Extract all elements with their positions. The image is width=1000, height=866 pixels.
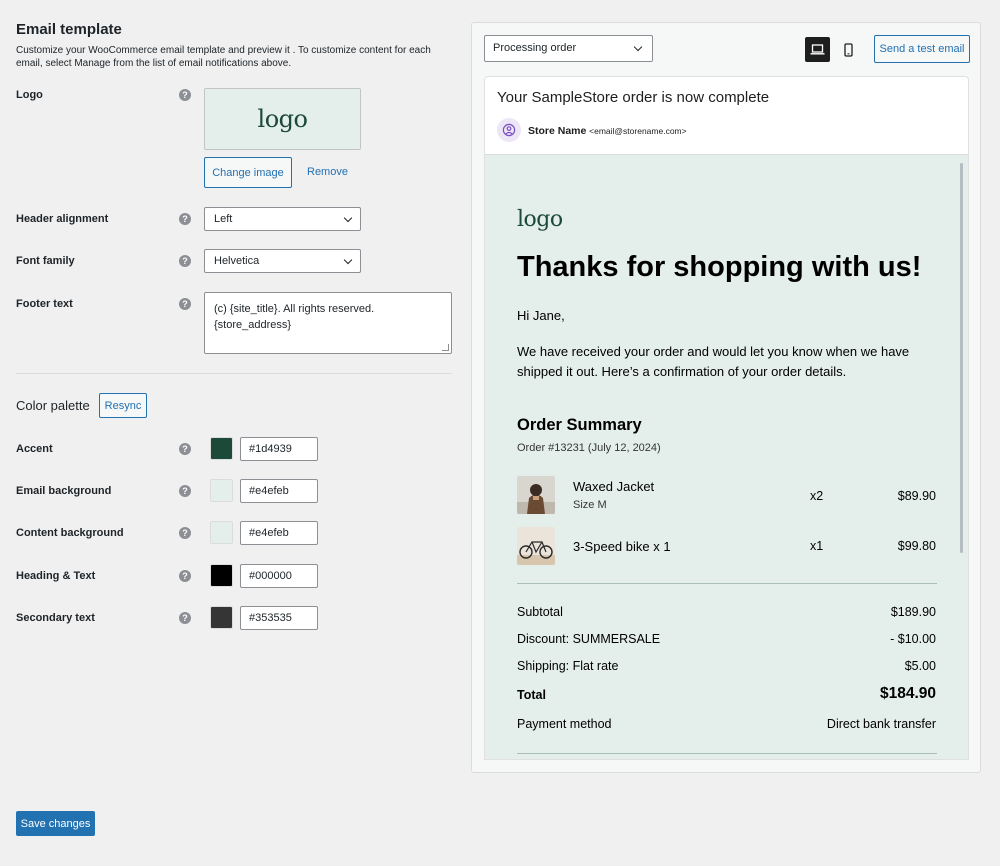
color-swatch-content-background[interactable] [210,521,233,544]
user-icon [502,123,516,137]
sender-email: <email@storename.com> [589,126,687,136]
help-icon[interactable]: ? [179,443,191,455]
color-swatch-accent[interactable] [210,437,233,460]
totals-divider [517,753,937,754]
payment-method-value: Direct bank transfer [826,717,936,731]
color-hex-input-accent[interactable]: #1d4939 [240,437,318,461]
email-type-value: Processing order [493,42,577,54]
page-title: Email template [16,21,122,38]
email-type-select[interactable]: Processing order [484,35,653,62]
font-family-select[interactable]: Helvetica [204,249,361,273]
header-alignment-value: Left [214,213,233,225]
total-value: $184.90 [879,685,936,702]
remove-logo-link[interactable]: Remove [307,166,348,178]
total-label: Total [517,688,546,702]
change-image-button[interactable]: Change image [204,157,292,188]
email-preview-panel: Processing order Send a test email Your … [471,22,981,773]
item-price: $89.90 [897,489,936,503]
header-alignment-label: Header alignment [16,213,109,225]
color-hex-input-secondary-text[interactable]: #353535 [240,606,318,630]
subtotal-label: Subtotal [517,605,563,619]
color-label-email-background: Email background [16,485,112,497]
help-icon[interactable]: ? [179,298,191,310]
email-intro: We have received your order and would le… [517,344,910,379]
footer-text-line: {store_address} [214,319,292,331]
help-icon[interactable]: ? [179,612,191,624]
email-heading: Thanks for shopping with us! [517,251,922,283]
email-sender: Store Name <email@storename.com> [528,125,687,137]
color-hex-input-email-background[interactable]: #e4efeb [240,479,318,503]
color-swatch-heading-text[interactable] [210,564,233,587]
desktop-preview-button[interactable] [805,37,830,62]
logo-label: Logo [16,89,43,101]
footer-text-label: Footer text [16,298,73,310]
footer-text-line: (c) {site_title}. All rights reserved. [214,303,375,315]
sender-name: Store Name [528,125,587,137]
save-changes-button[interactable]: Save changes [16,811,95,836]
shipping-value: $5.00 [904,659,936,673]
help-icon[interactable]: ? [179,570,191,582]
font-family-value: Helvetica [214,255,260,267]
email-greeting: Hi Jane, [517,308,565,323]
mobile-icon [844,42,853,57]
chevron-down-icon [343,213,353,223]
email-template-settings: Email template Customize your WooCommerc… [16,0,452,866]
shipping-label: Shipping: Flat rate [517,659,619,673]
help-icon[interactable]: ? [179,255,191,267]
item-name: 3-Speed bike x 1 [573,539,671,554]
scrollbar[interactable] [960,163,963,553]
laptop-icon [810,44,825,55]
product-image-jacket [517,476,555,514]
color-label-secondary-text: Secondary text [16,612,95,624]
mobile-preview-button[interactable] [836,37,861,62]
email-logo: logo [517,207,563,232]
avatar [497,118,521,142]
item-variant: Size M [573,499,607,511]
page-description: Customize your WooCommerce email templat… [16,45,431,69]
help-icon[interactable]: ? [179,213,191,225]
chevron-down-icon [343,255,353,265]
email-header: Your SampleStore order is now complete S… [484,76,969,154]
color-hex-input-content-background[interactable]: #e4efeb [240,521,318,545]
subtotal-value: $189.90 [890,605,936,619]
item-price: $99.80 [897,539,936,553]
section-divider [16,373,452,374]
email-body[interactable]: logo Thanks for shopping with us! Hi Jan… [484,154,969,760]
color-swatch-email-background[interactable] [210,479,233,502]
color-label-content-background: Content background [16,527,124,539]
color-swatch-secondary-text[interactable] [210,606,233,629]
font-family-label: Font family [16,255,75,267]
items-divider [517,583,937,584]
logo-preview: logo [204,88,361,150]
payment-method-label: Payment method [517,717,612,731]
item-qty: x2 [810,489,824,503]
help-icon[interactable]: ? [179,89,191,101]
item-name: Waxed Jacket [573,479,655,494]
help-icon[interactable]: ? [179,527,191,539]
send-test-email-button[interactable]: Send a test email [874,35,970,63]
header-alignment-select[interactable]: Left [204,207,361,231]
product-image-bike [517,527,555,565]
chevron-down-icon [633,42,643,52]
footer-text-field[interactable]: (c) {site_title}. All rights reserved. {… [204,292,452,354]
resync-button[interactable]: Resync [99,393,147,418]
help-icon[interactable]: ? [179,485,191,497]
discount-label: Discount: SUMMERSALE [517,632,661,646]
discount-value: - $10.00 [890,632,936,646]
color-label-accent: Accent [16,443,53,455]
resize-handle-icon[interactable] [442,344,449,351]
item-qty: x1 [810,539,824,553]
order-number: Order #13231 (July 12, 2024) [517,442,661,454]
color-hex-input-heading-text[interactable]: #000000 [240,564,318,588]
email-subject: Your SampleStore order is now complete [497,89,770,106]
order-summary-title: Order Summary [517,416,642,434]
color-palette-title: Color palette [16,398,90,413]
color-label-heading-text: Heading & Text [16,570,96,582]
